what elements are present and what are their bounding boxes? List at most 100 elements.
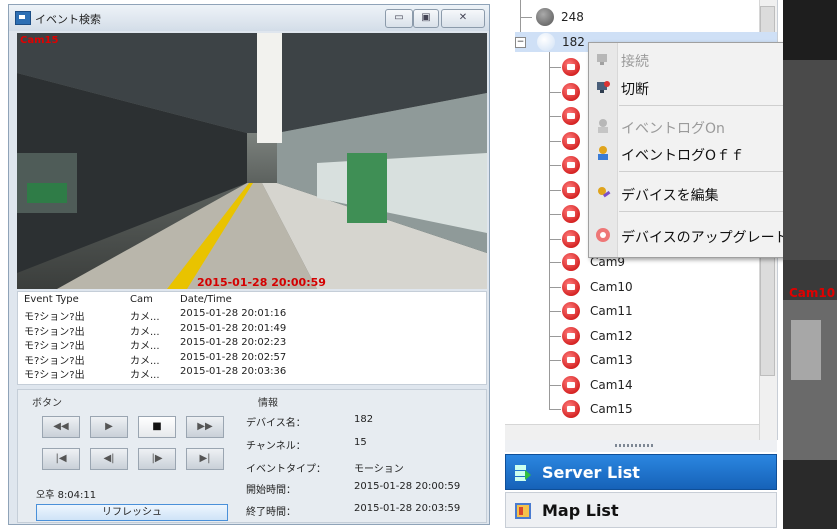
datetime-cell[interactable]: 2015-01-28 20:02:57 — [180, 352, 286, 363]
camera-item[interactable]: Cam12 — [590, 329, 633, 343]
menu-label-event-log-off: イベントログOｆｆ — [621, 148, 745, 164]
splitter-grip-icon[interactable] — [615, 444, 655, 447]
info-key: 終了時間： — [246, 507, 296, 518]
live-camera-label: Cam10 — [789, 286, 836, 300]
app-icon — [15, 11, 31, 25]
camera-icon — [562, 107, 580, 125]
map-list-icon — [515, 503, 531, 519]
info-key: デバイス名： — [246, 418, 306, 429]
collapse-icon[interactable]: − — [515, 37, 526, 48]
close-button[interactable]: ✕ — [441, 9, 485, 28]
map-list-label: Map List — [542, 501, 619, 520]
tree-connector — [549, 52, 550, 410]
maximize-button[interactable]: ▣ — [413, 9, 439, 28]
camera-icon — [562, 326, 580, 345]
step-back-button[interactable]: ◀| — [90, 448, 128, 470]
tree-connector — [549, 335, 561, 337]
step-forward-button[interactable]: |▶ — [138, 448, 176, 470]
column-header-cam[interactable]: Cam — [130, 294, 153, 305]
tree-connector — [549, 409, 561, 410]
info-key: イベントタイプ： — [246, 464, 326, 475]
fast-forward-button[interactable]: ▶▶ — [186, 416, 224, 438]
info-group-label: 情報 — [258, 398, 278, 409]
go-end-button[interactable]: ▶| — [186, 448, 224, 470]
camera-item[interactable]: Cam13 — [590, 353, 633, 367]
server-182[interactable]: 182 — [562, 35, 585, 49]
rewind-button[interactable]: ◀◀ — [42, 416, 80, 438]
datetime-cell[interactable]: 2015-01-28 20:03:36 — [180, 366, 286, 377]
camera-icon — [562, 400, 580, 418]
camera-icon — [562, 375, 580, 394]
camera-icon — [562, 277, 580, 296]
live-video-tile[interactable] — [783, 0, 837, 529]
go-start-button[interactable]: |◀ — [42, 448, 80, 470]
horizontal-scrollbar[interactable] — [505, 424, 759, 441]
event-type-cell[interactable]: モ?ション?出 — [24, 337, 85, 352]
camera-icon — [562, 302, 580, 320]
stop-button[interactable]: ■ — [138, 416, 176, 438]
tree-connector — [549, 262, 561, 263]
tree-connector — [549, 311, 561, 312]
camera-item[interactable]: Cam15 — [590, 402, 633, 416]
event-type-cell[interactable]: モ?ション?出 — [24, 323, 85, 338]
info-value: モーション — [354, 464, 404, 475]
datetime-cell[interactable]: 2015-01-28 20:02:23 — [180, 337, 286, 348]
event-list[interactable]: Event Type Cam Date/Time モ?ション?出 カメ... 201… — [17, 291, 487, 385]
server-list-label: Server List — [542, 463, 640, 482]
map-list-tab[interactable]: Map List — [505, 492, 777, 528]
tree-connector — [549, 238, 561, 240]
info-value: 2015-01-28 20:00:59 — [354, 481, 461, 492]
control-panel: ボタン ◀◀ ▶ ■ ▶▶ |◀ ◀| |▶ ▶| 오후 8:04:11 リフレ… — [17, 389, 487, 523]
event-type-cell[interactable]: モ?ション?出 — [24, 366, 85, 381]
server-offline-icon — [536, 8, 554, 26]
tree-connector — [549, 214, 561, 215]
info-key: チャンネル： — [246, 441, 306, 452]
camera-icon — [562, 253, 580, 271]
playback-video[interactable]: Cam15 2015-01-28 20:00:59 — [17, 33, 487, 289]
camera-item[interactable]: Cam14 — [590, 378, 633, 392]
window-title: イベント検索 — [35, 13, 101, 26]
minimize-button[interactable]: ▭ — [385, 9, 413, 28]
datetime-cell[interactable]: 2015-01-28 20:01:16 — [180, 308, 286, 319]
play-button[interactable]: ▶ — [90, 416, 128, 438]
camera-icon — [562, 180, 580, 199]
title-bar[interactable]: イベント検索 ▭ ▣ ✕ — [9, 5, 489, 31]
cam-cell[interactable]: カメ... — [130, 366, 160, 381]
event-search-window: イベント検索 ▭ ▣ ✕ Cam15 2015-01-28 20:00:59 E… — [8, 4, 490, 525]
column-header-event-type[interactable]: Event Type — [24, 294, 79, 305]
event-type-cell[interactable]: モ?ション?出 — [24, 308, 85, 323]
camera-label: Cam15 — [20, 35, 59, 46]
tree-connector — [549, 189, 561, 191]
tree-connector — [549, 116, 561, 117]
camera-item[interactable]: Cam10 — [590, 280, 633, 294]
info-value: 15 — [354, 437, 367, 448]
camera-icon — [562, 82, 580, 101]
upgrade-icon — [596, 228, 610, 242]
menu-label-connect: 接続 — [621, 54, 649, 70]
video-timestamp: 2015-01-28 20:00:59 — [197, 276, 326, 289]
live-video-scene — [783, 0, 837, 529]
server-list-icon — [515, 465, 531, 481]
server-248[interactable]: 248 — [561, 10, 584, 24]
menu-label-event-log-on: イベントログOn — [621, 121, 725, 137]
event-log-off-icon — [598, 146, 608, 160]
datetime-cell[interactable]: 2015-01-28 20:01:49 — [180, 323, 286, 334]
server-home-icon — [537, 33, 555, 51]
cam-cell[interactable]: カメ... — [130, 323, 160, 338]
event-log-on-icon — [598, 119, 608, 133]
refresh-button[interactable]: リフレッシュ — [36, 504, 228, 521]
tree-connector — [549, 67, 561, 68]
event-type-cell[interactable]: モ?ション?出 — [24, 352, 85, 367]
server-list-tab[interactable]: Server List — [505, 454, 777, 490]
info-value: 182 — [354, 414, 374, 425]
cam-cell[interactable]: カメ... — [130, 308, 160, 323]
info-key: 開始時間： — [246, 485, 296, 496]
camera-icon — [562, 156, 580, 174]
connect-icon — [597, 54, 607, 65]
tree-connector — [549, 286, 561, 288]
cam-cell[interactable]: カメ... — [130, 352, 160, 367]
camera-item[interactable]: Cam11 — [590, 304, 633, 318]
edit-device-icon — [598, 187, 611, 198]
cam-cell[interactable]: カメ... — [130, 337, 160, 352]
column-header-datetime[interactable]: Date/Time — [180, 294, 232, 305]
